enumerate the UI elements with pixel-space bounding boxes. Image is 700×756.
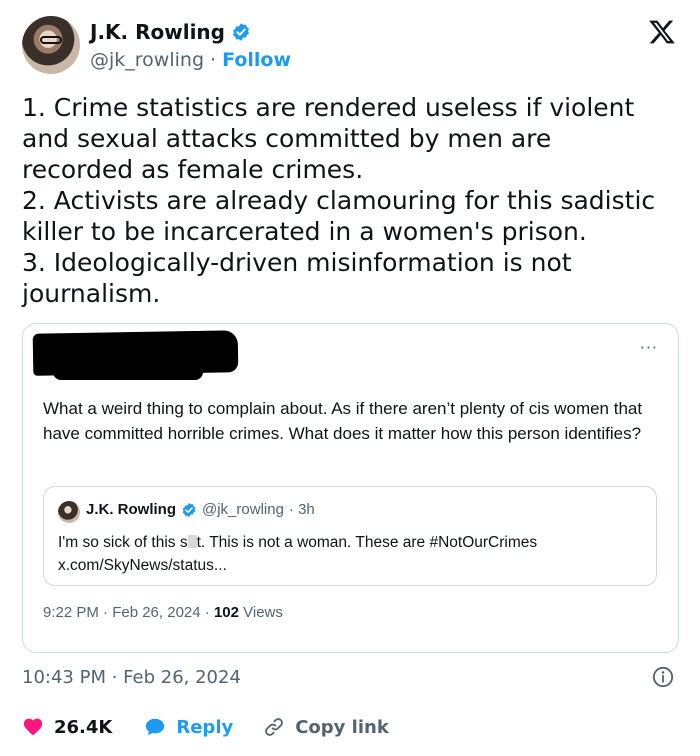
quoted-verified-badge-icon bbox=[182, 502, 196, 517]
author-name[interactable]: J.K. Rowling bbox=[90, 20, 225, 44]
x-logo-icon[interactable] bbox=[648, 18, 676, 46]
heart-icon bbox=[23, 718, 43, 736]
quoted-text: I'm so sick of this s t. This is not a wo… bbox=[58, 531, 648, 577]
verified-badge-icon bbox=[233, 23, 249, 41]
embedded-timestamp: 9:22 PM · Feb 26, 2024 · bbox=[43, 604, 210, 621]
link-icon bbox=[265, 718, 284, 736]
action-bar: 26.4K Reply Copy link bbox=[22, 716, 389, 738]
tweet-timestamp[interactable]: 10:43 PM · Feb 26, 2024 bbox=[22, 667, 241, 688]
author-handle[interactable]: @jk_rowling bbox=[90, 49, 204, 71]
embedded-reply-text: What a weird thing to complain about. As… bbox=[43, 399, 643, 443]
reply-button[interactable]: Reply bbox=[144, 716, 233, 738]
more-options-icon: ··· bbox=[639, 338, 658, 357]
avatar-glasses bbox=[40, 36, 62, 44]
handle-separator: · bbox=[210, 49, 217, 71]
reply-label: Reply bbox=[176, 716, 234, 738]
quoted-text-start: I'm so sick of this s bbox=[58, 534, 188, 551]
censor-block bbox=[187, 535, 197, 548]
quoted-tweet: J.K. Rowling @jk_rowling · 3h I'm so sic… bbox=[43, 486, 657, 586]
redacted-handle bbox=[53, 362, 203, 380]
embedded-views-count: 102 bbox=[213, 604, 239, 621]
quoted-link: x.com/SkyNews/status... bbox=[58, 557, 227, 574]
like-count: 26.4K bbox=[54, 716, 113, 738]
author-avatar[interactable] bbox=[22, 16, 80, 74]
embedded-image[interactable]: ··· What a weird thing to complain about… bbox=[22, 323, 679, 653]
copy-link-button[interactable]: Copy link bbox=[263, 716, 389, 738]
follow-button[interactable]: Follow bbox=[222, 49, 291, 71]
quoted-handle: @jk_rowling bbox=[202, 501, 284, 518]
quoted-author-name: J.K. Rowling bbox=[86, 501, 176, 518]
copy-link-label: Copy link bbox=[295, 716, 389, 738]
author-handle-row: @jk_rowling · Follow bbox=[90, 49, 291, 71]
embedded-footer: 9:22 PM · Feb 26, 2024 · 102 Views bbox=[43, 604, 283, 621]
quoted-header: J.K. Rowling @jk_rowling · 3h bbox=[86, 501, 315, 518]
author-name-row: J.K. Rowling bbox=[90, 20, 251, 44]
info-icon[interactable] bbox=[652, 666, 674, 688]
tweet-text: 1. Crime statistics are rendered useless… bbox=[22, 93, 656, 308]
embedded-views-label: Views bbox=[243, 604, 283, 621]
quoted-avatar bbox=[58, 501, 80, 523]
quoted-time: · 3h bbox=[288, 501, 315, 518]
reply-bubble-icon bbox=[146, 718, 165, 736]
quoted-text-end: t. This is not a woman. These are #NotOu… bbox=[196, 534, 538, 551]
like-button[interactable]: 26.4K bbox=[22, 716, 112, 738]
